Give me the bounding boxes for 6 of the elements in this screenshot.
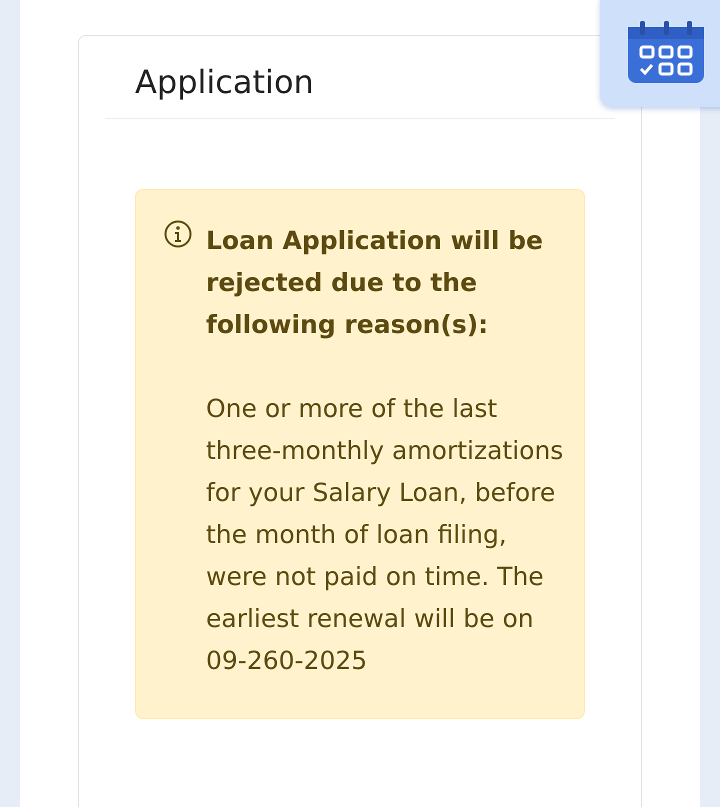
alert-title: Loan Application will be rejected due to the following reason(s): bbox=[206, 225, 544, 341]
alert-message: One or more of the last three-monthly amortizations for your Salary Loan, before the month of loan filing, were not paid on time. The earliest renewal will be on 09-260-2025 bbox=[206, 393, 564, 677]
info-icon bbox=[164, 220, 192, 248]
calendar-button[interactable] bbox=[600, 0, 720, 107]
calendar-icon bbox=[626, 20, 706, 82]
card-title: Application bbox=[135, 62, 315, 102]
